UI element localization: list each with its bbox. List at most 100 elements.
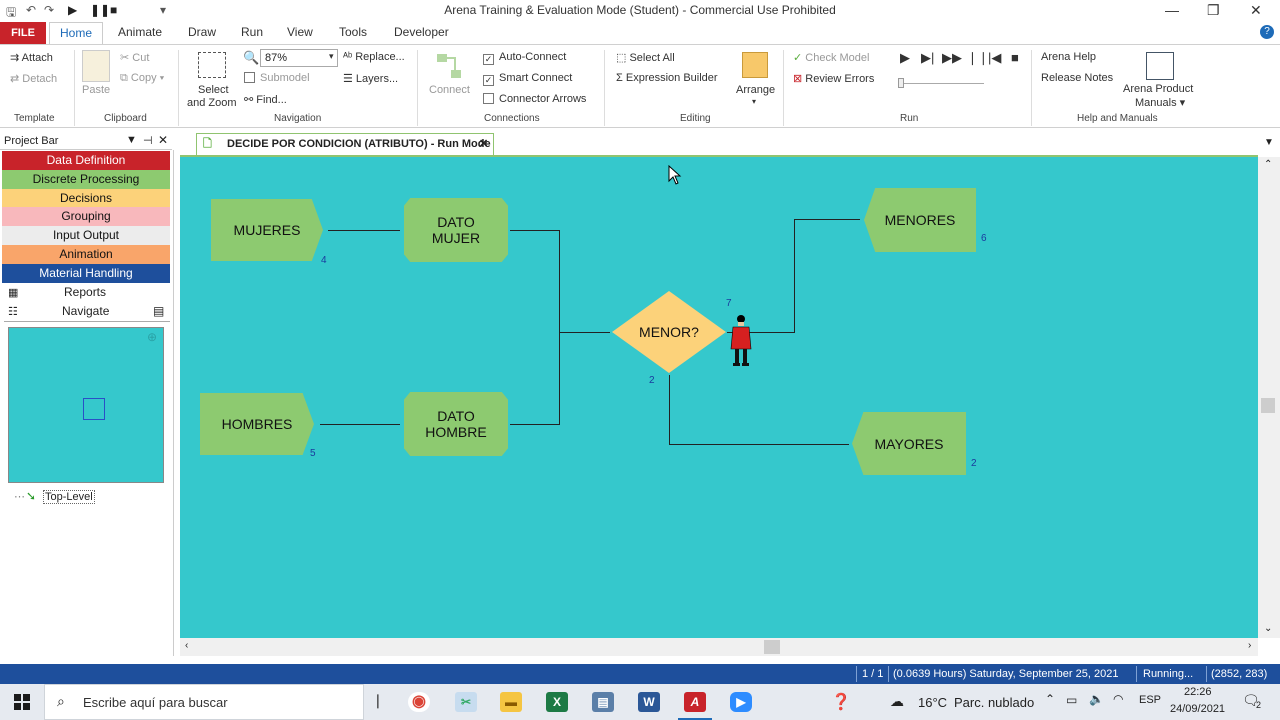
minimize-button[interactable]: —	[1165, 2, 1179, 18]
select-zoom-label-1[interactable]: Select	[198, 84, 229, 96]
vertical-scroll-thumb[interactable]	[1261, 398, 1275, 413]
panel-decisions[interactable]: Decisions	[2, 188, 170, 208]
create-module-hombres[interactable]: HOMBRES	[200, 393, 314, 455]
navigate-options-icon[interactable]: ▤	[153, 304, 164, 318]
panel-grouping[interactable]: Grouping	[2, 207, 170, 227]
top-level-item[interactable]: Top-Level	[43, 490, 95, 504]
paste-icon[interactable]	[82, 50, 110, 82]
connector-arrows-checkbox[interactable]: Connector Arrows	[483, 93, 586, 105]
model-canvas[interactable]: MUJERES 4 DATO MUJER HOMBRES 5 DATO HOMBRE…	[180, 157, 1258, 638]
release-notes-button[interactable]: Release Notes	[1041, 72, 1113, 84]
speed-slider[interactable]	[900, 83, 984, 84]
auto-connect-checkbox[interactable]: ✓ Auto-Connect	[483, 51, 566, 65]
tab-developer[interactable]: Developer	[394, 25, 449, 39]
detach-button[interactable]: ⇄ Detach	[10, 72, 57, 85]
vertical-scrollbar[interactable]: ⌃ ⌄	[1258, 157, 1280, 638]
dispose-module-menores[interactable]: MENORES	[864, 188, 976, 252]
connect-button[interactable]: Connect	[429, 84, 470, 96]
word-icon[interactable]: W	[638, 692, 660, 712]
zoom-input[interactable]: 87%	[260, 49, 338, 67]
file-explorer-icon[interactable]: ▬	[500, 692, 522, 712]
pause-run-icon[interactable]: ❘❘	[967, 50, 989, 66]
scroll-up-icon[interactable]: ⌃	[1264, 159, 1272, 170]
scroll-down-icon[interactable]: ⌄	[1264, 623, 1272, 634]
language-indicator[interactable]: ESP	[1139, 694, 1161, 706]
step-icon[interactable]: ▶|	[921, 50, 934, 66]
zoom-dropdown-icon[interactable]: ▾	[329, 51, 334, 62]
assign-module-dato-mujer[interactable]: DATO MUJER	[404, 198, 508, 262]
chrome-icon[interactable]: ◉	[408, 692, 430, 712]
restore-button[interactable]: ❐	[1207, 2, 1220, 19]
tab-home[interactable]: Home	[49, 22, 103, 45]
copy-button[interactable]: ⧉ Copy ▾	[120, 72, 164, 85]
tab-run[interactable]: Run	[241, 25, 263, 39]
app-icon[interactable]: ▤	[592, 692, 614, 712]
submodel-button[interactable]: Submodel	[244, 72, 310, 84]
zoom-plus-icon[interactable]: ⊕	[147, 330, 157, 344]
check-model-button[interactable]: ✓ Check Model	[793, 51, 869, 64]
tabs-dropdown-icon[interactable]: ▼	[1264, 137, 1274, 148]
help-tray-icon[interactable]: ❓	[831, 692, 851, 712]
zoom-app-icon[interactable]: ▶	[730, 692, 752, 712]
tab-draw[interactable]: Draw	[188, 25, 216, 39]
panel-animation[interactable]: Animation	[2, 245, 170, 264]
product-manuals-label-1[interactable]: Arena Product	[1123, 83, 1193, 95]
help-icon[interactable]: ?	[1260, 25, 1274, 39]
fast-forward-icon[interactable]: ▶▶	[942, 50, 962, 66]
excel-icon[interactable]: X	[546, 692, 568, 712]
tray-chevron-icon[interactable]: ⌃	[1045, 692, 1055, 706]
document-tab-close[interactable]: ✕	[479, 134, 488, 154]
windows-start-icon[interactable]	[14, 694, 30, 710]
navigate-thumbnail[interactable]: ⊕	[8, 327, 164, 483]
project-bar-dropdown-icon[interactable]: ▼	[126, 134, 137, 146]
document-tab[interactable]: 🗋 DECIDE POR CONDICION (ATRIBUTO) - Run …	[196, 133, 494, 155]
snipping-tool-icon[interactable]: ✂	[455, 692, 477, 712]
battery-icon[interactable]: ▭	[1066, 693, 1077, 707]
scroll-left-icon[interactable]: ‹	[185, 640, 188, 651]
arena-icon[interactable]: A	[684, 692, 706, 712]
paste-button[interactable]: Paste	[82, 84, 110, 96]
scroll-right-icon[interactable]: ›	[1248, 640, 1251, 651]
arrange-dropdown-icon[interactable]: ▾	[752, 97, 756, 106]
create-module-mujeres[interactable]: MUJERES	[211, 199, 323, 261]
panel-input-output[interactable]: Input Output	[2, 226, 170, 246]
clock-date[interactable]: 24/09/2021	[1170, 703, 1225, 715]
viewport-rect[interactable]	[83, 398, 105, 420]
horizontal-scroll-thumb[interactable]	[764, 640, 780, 654]
panel-discrete-processing[interactable]: Discrete Processing	[2, 169, 170, 189]
pin-icon[interactable]: ⊣	[143, 134, 153, 147]
task-view-icon[interactable]: ❘	[372, 692, 384, 709]
arrange-icon[interactable]	[742, 52, 768, 78]
find-button[interactable]: ⚯ Find...	[244, 93, 287, 106]
tab-animate[interactable]: Animate	[118, 25, 162, 39]
clock-time[interactable]: 22:26	[1184, 686, 1212, 698]
cut-button[interactable]: ✂ Cut	[120, 51, 149, 64]
end-icon[interactable]: ■	[1011, 50, 1019, 65]
layers-button[interactable]: ☰ Layers...	[343, 72, 398, 85]
tab-view[interactable]: View	[287, 25, 313, 39]
volume-icon[interactable]: 🔈	[1089, 692, 1104, 706]
manuals-icon[interactable]	[1146, 52, 1174, 80]
assign-module-dato-hombre[interactable]: DATO HOMBRE	[404, 392, 508, 456]
expression-builder-button[interactable]: Σ Expression Builder	[616, 72, 718, 84]
panel-material-handling[interactable]: Material Handling	[2, 263, 170, 283]
smart-connect-checkbox[interactable]: ✓ Smart Connect	[483, 72, 572, 86]
weather-desc[interactable]: Parc. nublado	[954, 695, 1034, 710]
wifi-icon[interactable]: ◠	[1113, 692, 1123, 706]
select-all-button[interactable]: ⬚ Select All	[616, 51, 675, 64]
dispose-module-mayores[interactable]: MAYORES	[852, 412, 966, 475]
reports-item[interactable]: Reports	[64, 285, 106, 299]
panel-data-definition[interactable]: Data Definition	[2, 151, 170, 170]
select-zoom-label-2[interactable]: and Zoom	[187, 97, 237, 109]
review-errors-button[interactable]: ⊠ Review Errors	[793, 72, 874, 85]
product-manuals-label-2[interactable]: Manuals ▾	[1135, 96, 1185, 109]
tab-tools[interactable]: Tools	[339, 25, 367, 39]
attach-button[interactable]: ⇉ Attach	[10, 51, 53, 64]
select-zoom-icon[interactable]	[198, 52, 226, 78]
arrange-button[interactable]: Arrange	[736, 84, 775, 96]
replace-button[interactable]: ᴬᵇ Replace...	[343, 51, 405, 63]
decide-module-menor[interactable]: MENOR?	[612, 291, 726, 373]
file-tab[interactable]: FILE	[0, 22, 46, 44]
connect-icon[interactable]	[437, 52, 463, 80]
arena-help-button[interactable]: Arena Help	[1041, 51, 1096, 63]
